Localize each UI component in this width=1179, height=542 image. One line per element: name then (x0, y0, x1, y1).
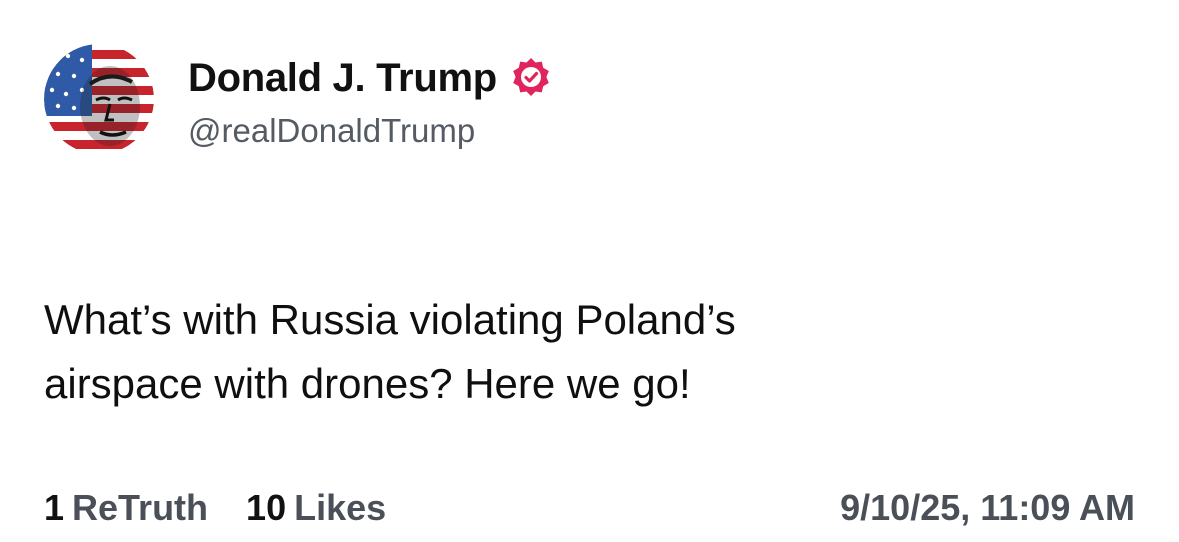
retruth-label: ReTruth (72, 487, 209, 528)
likes-label: Likes (294, 487, 387, 528)
post-text-line-2: airspace with drones? Here we go! (44, 360, 691, 407)
verified-badge-icon (509, 56, 553, 100)
retruth-count-link[interactable]: 1 ReTruth (44, 487, 208, 529)
author-line: Donald J. Trump (188, 52, 553, 104)
post-card: Donald J. Trump @realDonaldTrump What’s … (0, 0, 1179, 542)
post-stats: 1 ReTruth 10 Likes (44, 487, 424, 529)
post-timestamp[interactable]: 9/10/25, 11:09 AM (840, 487, 1135, 529)
likes-count-link[interactable]: 10 Likes (246, 487, 386, 529)
avatar-image (44, 44, 154, 154)
avatar[interactable] (44, 44, 154, 154)
likes-count: 10 (246, 487, 287, 528)
post-text-line-1: What’s with Russia violating Poland’s (44, 296, 736, 343)
post-body: What’s with Russia violating Poland’s ai… (44, 288, 1044, 416)
author-handle[interactable]: @realDonaldTrump (188, 112, 475, 150)
retruth-count: 1 (44, 487, 65, 528)
author-display-name[interactable]: Donald J. Trump (188, 56, 497, 101)
